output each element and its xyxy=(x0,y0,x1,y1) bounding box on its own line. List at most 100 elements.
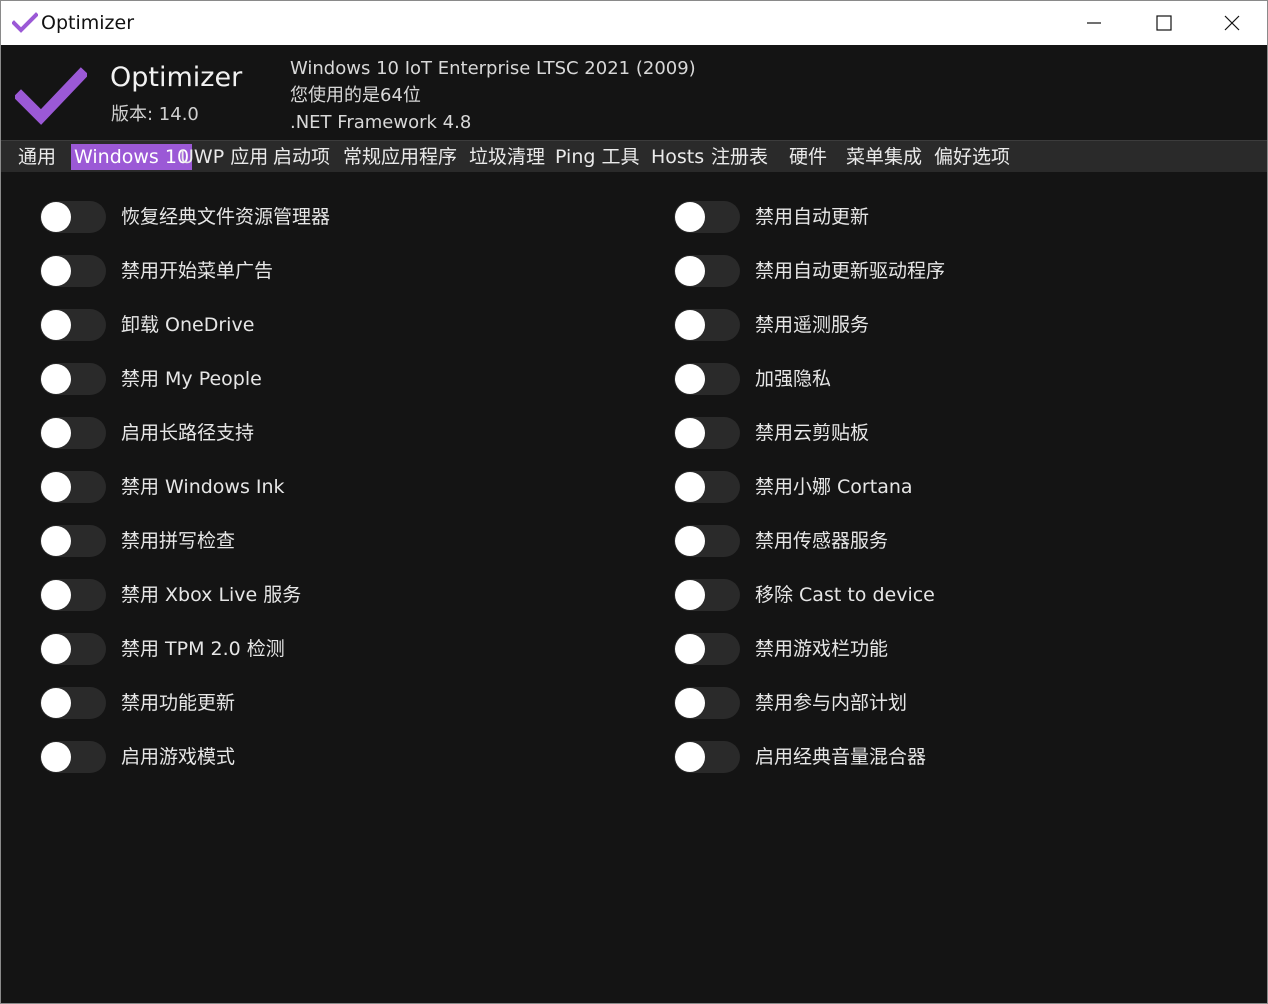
tab-strip: 通用 Windows 10 UWP 应用 启动项 常规应用程序 垃圾清理 Pin… xyxy=(1,141,1267,172)
option-label: 禁用 TPM 2.0 检测 xyxy=(121,638,285,660)
option-label: 禁用开始菜单广告 xyxy=(121,260,274,282)
toggle-knob xyxy=(675,472,705,502)
app-name: Optimizer xyxy=(110,62,243,93)
tab-hardware[interactable]: 硬件 xyxy=(789,144,827,170)
minimize-button[interactable] xyxy=(1059,1,1129,45)
toggle-switch[interactable] xyxy=(40,633,106,665)
tab-common-apps[interactable]: 常规应用程序 xyxy=(343,144,457,170)
option-disable-game-bar[interactable]: 禁用游戏栏功能 xyxy=(674,632,888,666)
option-remove-cast-to-device[interactable]: 移除 Cast to device xyxy=(674,578,935,612)
option-enable-classic-volume-mixer[interactable]: 启用经典音量混合器 xyxy=(674,740,926,774)
option-label: 禁用 Windows Ink xyxy=(121,476,285,498)
option-label: 禁用 Xbox Live 服务 xyxy=(121,584,302,606)
title-bar[interactable]: Optimizer xyxy=(1,1,1267,45)
toggle-knob xyxy=(41,688,71,718)
tab-registry[interactable]: 注册表 xyxy=(711,144,768,170)
minimize-icon xyxy=(1087,22,1101,24)
toggle-knob xyxy=(675,526,705,556)
architecture-info: 您使用的是64位 xyxy=(290,85,421,106)
option-disable-telemetry[interactable]: 禁用遥测服务 xyxy=(674,308,869,342)
dotnet-info: .NET Framework 4.8 xyxy=(290,112,472,133)
option-disable-cortana[interactable]: 禁用小娜 Cortana xyxy=(674,470,913,504)
option-label: 禁用传感器服务 xyxy=(755,530,889,552)
toggle-switch[interactable] xyxy=(40,201,106,233)
option-disable-spellcheck[interactable]: 禁用拼写检查 xyxy=(40,524,235,558)
toggle-switch[interactable] xyxy=(674,633,740,665)
close-button[interactable] xyxy=(1197,1,1267,45)
toggle-knob xyxy=(41,364,71,394)
toggle-switch[interactable] xyxy=(40,471,106,503)
toggle-knob xyxy=(675,580,705,610)
tab-startup[interactable]: 启动项 xyxy=(273,144,330,170)
tab-windows-10[interactable]: Windows 10 xyxy=(71,144,193,170)
option-disable-driver-updates[interactable]: 禁用自动更新驱动程序 xyxy=(674,254,945,288)
option-label: 禁用云剪贴板 xyxy=(755,422,870,444)
toggle-switch[interactable] xyxy=(40,687,106,719)
option-uninstall-onedrive[interactable]: 卸载 OneDrive xyxy=(40,308,254,342)
option-enable-game-mode[interactable]: 启用游戏模式 xyxy=(40,740,235,774)
option-label: 禁用遥测服务 xyxy=(755,314,870,336)
option-label: 启用长路径支持 xyxy=(121,422,255,444)
app-version: 版本: 14.0 xyxy=(111,104,199,125)
toggle-knob xyxy=(675,256,705,286)
toggle-switch[interactable] xyxy=(40,741,106,773)
option-disable-sensor-service[interactable]: 禁用传感器服务 xyxy=(674,524,888,558)
toggle-switch[interactable] xyxy=(40,309,106,341)
option-label: 禁用 My People xyxy=(121,368,262,390)
toggle-knob xyxy=(675,310,705,340)
maximize-button[interactable] xyxy=(1129,1,1199,45)
option-label: 禁用自动更新驱动程序 xyxy=(755,260,946,282)
tab-menu-integration[interactable]: 菜单集成 xyxy=(846,144,922,170)
toggle-switch[interactable] xyxy=(674,201,740,233)
tab-general[interactable]: 通用 xyxy=(18,144,56,170)
toggle-switch[interactable] xyxy=(40,417,106,449)
option-label: 禁用游戏栏功能 xyxy=(755,638,889,660)
toggle-knob xyxy=(41,202,71,232)
toggle-switch[interactable] xyxy=(674,417,740,449)
toggle-switch[interactable] xyxy=(40,525,106,557)
toggle-knob xyxy=(675,202,705,232)
optimizer-window: Optimizer Optimizer 版本: 14.0 Windows 10 … xyxy=(0,0,1268,1004)
toggle-switch[interactable] xyxy=(40,255,106,287)
toggle-knob xyxy=(41,472,71,502)
option-disable-tpm-check[interactable]: 禁用 TPM 2.0 检测 xyxy=(40,632,285,666)
tab-hosts[interactable]: Hosts xyxy=(651,144,704,170)
option-disable-feature-updates[interactable]: 禁用功能更新 xyxy=(40,686,235,720)
option-disable-my-people[interactable]: 禁用 My People xyxy=(40,362,262,396)
option-label: 恢复经典文件资源管理器 xyxy=(121,206,331,228)
toggle-switch[interactable] xyxy=(674,579,740,611)
option-disable-insider-program[interactable]: 禁用参与内部计划 xyxy=(674,686,907,720)
toggle-knob xyxy=(41,742,71,772)
toggle-knob xyxy=(41,580,71,610)
toggle-switch[interactable] xyxy=(40,579,106,611)
toggle-switch[interactable] xyxy=(674,255,740,287)
option-disable-start-menu-ads[interactable]: 禁用开始菜单广告 xyxy=(40,254,273,288)
windows-10-panel: 恢复经典文件资源管理器 禁用开始菜单广告 卸载 OneDrive 禁用 My P… xyxy=(9,172,1261,1001)
toggle-knob xyxy=(675,364,705,394)
option-label: 禁用拼写检查 xyxy=(121,530,236,552)
toggle-switch[interactable] xyxy=(40,363,106,395)
tab-ping-tool[interactable]: Ping 工具 xyxy=(555,144,639,170)
toggle-switch[interactable] xyxy=(674,525,740,557)
toggle-knob xyxy=(41,526,71,556)
option-enhance-privacy[interactable]: 加强隐私 xyxy=(674,362,831,396)
toggle-switch[interactable] xyxy=(674,309,740,341)
option-enable-long-paths[interactable]: 启用长路径支持 xyxy=(40,416,254,450)
toggle-knob xyxy=(41,634,71,664)
toggle-knob xyxy=(41,256,71,286)
tab-cleaner[interactable]: 垃圾清理 xyxy=(469,144,545,170)
toggle-switch[interactable] xyxy=(674,687,740,719)
option-disable-cloud-clipboard[interactable]: 禁用云剪贴板 xyxy=(674,416,869,450)
option-disable-windows-ink[interactable]: 禁用 Windows Ink xyxy=(40,470,285,504)
toggle-switch[interactable] xyxy=(674,741,740,773)
toggle-switch[interactable] xyxy=(674,471,740,503)
option-label: 禁用小娜 Cortana xyxy=(755,476,913,498)
toggle-switch[interactable] xyxy=(674,363,740,395)
option-disable-xbox-live[interactable]: 禁用 Xbox Live 服务 xyxy=(40,578,301,612)
toggle-knob xyxy=(675,688,705,718)
option-restore-classic-explorer[interactable]: 恢复经典文件资源管理器 xyxy=(40,200,330,234)
option-disable-auto-updates[interactable]: 禁用自动更新 xyxy=(674,200,869,234)
tab-uwp-apps[interactable]: UWP 应用 xyxy=(180,144,268,170)
option-label: 禁用自动更新 xyxy=(755,206,870,228)
tab-preferences[interactable]: 偏好选项 xyxy=(934,144,1010,170)
